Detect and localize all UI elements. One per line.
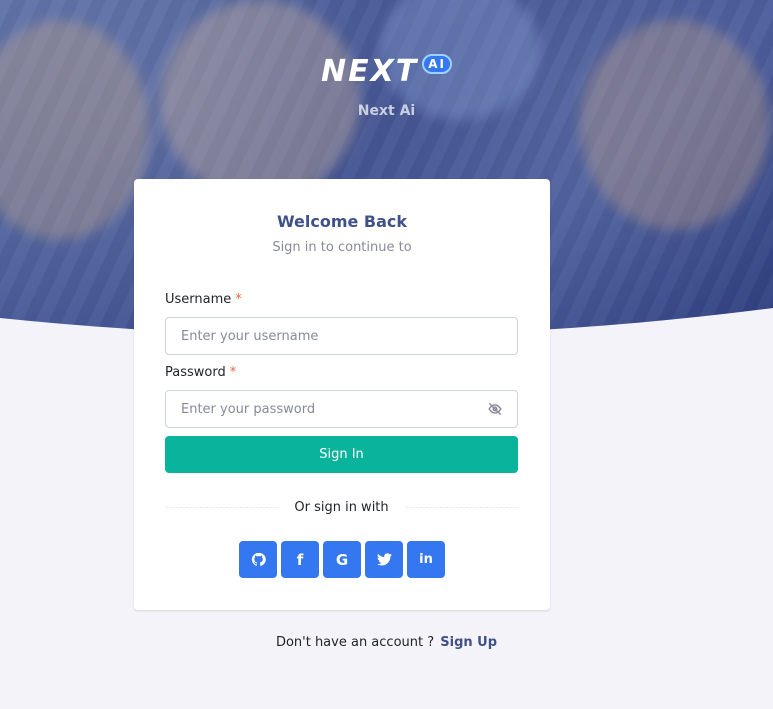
username-input[interactable]: Enter your username — [165, 317, 518, 355]
password-label-text: Password — [165, 365, 226, 380]
logo-text: NEXT — [321, 54, 419, 89]
linkedin-icon: in — [419, 552, 433, 567]
hero-photo-shape — [0, 20, 150, 240]
sign-in-button[interactable]: Sign In — [165, 436, 518, 473]
signup-prompt: Don't have an account ? — [275, 635, 435, 650]
signup-footer: Don't have an account ? Sign Up — [0, 635, 773, 650]
facebook-icon: f — [296, 550, 304, 569]
github-button[interactable] — [239, 541, 277, 578]
brand-header: NEXT AI Next Ai — [0, 53, 773, 119]
twitter-icon — [376, 553, 392, 566]
social-divider: Or sign in with — [165, 497, 519, 517]
brand-logo[interactable]: NEXT AI — [321, 53, 452, 89]
required-mark: * — [235, 292, 242, 307]
divider-line — [165, 506, 279, 508]
sign-up-link[interactable]: Sign Up — [440, 635, 497, 650]
google-button[interactable]: G — [323, 541, 361, 578]
linkedin-button[interactable]: in — [407, 541, 445, 578]
password-placeholder: Enter your password — [181, 401, 316, 417]
login-card: Welcome Back Sign in to continue to User… — [134, 179, 550, 610]
username-label-text: Username — [165, 292, 232, 307]
eye-off-icon[interactable] — [488, 402, 502, 416]
password-input[interactable]: Enter your password — [165, 390, 518, 428]
divider-line — [404, 506, 519, 508]
username-label: Username * — [165, 292, 242, 307]
hero-photo-shape — [580, 20, 770, 230]
divider-text: Or sign in with — [294, 499, 389, 515]
password-label: Password * — [165, 365, 236, 380]
facebook-button[interactable]: f — [281, 541, 319, 578]
required-mark: * — [229, 365, 237, 380]
social-buttons: f G in — [134, 541, 550, 578]
twitter-button[interactable] — [365, 541, 403, 578]
google-icon: G — [335, 550, 349, 569]
github-icon — [251, 552, 266, 566]
card-subtitle: Sign in to continue to — [272, 240, 412, 255]
username-placeholder: Enter your username — [181, 328, 319, 344]
brand-subtitle: Next Ai — [357, 103, 416, 119]
card-title: Welcome Back — [276, 212, 408, 231]
logo-badge: AI — [422, 53, 452, 74]
